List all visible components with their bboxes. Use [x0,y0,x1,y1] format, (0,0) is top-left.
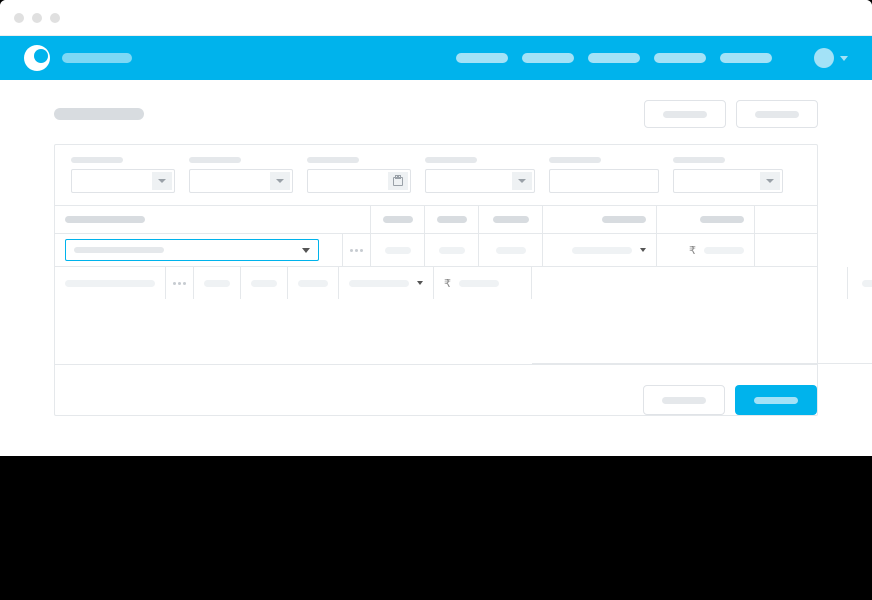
maximize-window-icon[interactable] [50,13,60,23]
minimize-window-icon[interactable] [32,13,42,23]
row-dropdown-d[interactable] [339,267,434,299]
page-content: ₹ ₹ [0,80,872,456]
filter-5-input[interactable] [549,169,659,193]
table-row: ₹ [532,267,872,364]
filter-3 [307,157,411,193]
filter-1-select[interactable] [71,169,175,193]
chevron-down-icon [640,248,646,252]
item-select[interactable] [65,239,319,261]
line-items-table: ₹ ₹ [55,206,817,415]
table-row: ₹ [55,234,817,267]
chevron-down-icon [766,179,774,183]
page-title [54,108,144,120]
nav-item-2[interactable] [522,53,574,63]
table-row: ₹ ₹ [55,267,817,365]
currency-symbol: ₹ [689,244,696,257]
chevron-down-icon [276,179,284,183]
more-horizontal-icon [173,282,186,285]
more-horizontal-icon [350,249,363,252]
nav-item-5[interactable] [720,53,772,63]
window-title-bar [0,0,872,36]
chevron-down-icon [302,248,310,253]
cancel-button[interactable] [643,385,725,415]
filters-row [55,145,817,206]
chevron-down-icon [518,179,526,183]
user-menu[interactable] [814,48,848,68]
form-card: ₹ ₹ [54,144,818,416]
filter-5 [549,157,659,193]
app-name [62,53,132,63]
filter-1 [71,157,175,193]
currency-symbol: ₹ [444,277,451,290]
calendar-icon [388,172,408,190]
chevron-down-icon [840,56,848,61]
chevron-down-icon [417,281,423,285]
nav-item-4[interactable] [654,53,706,63]
avatar [814,48,834,68]
filter-6 [673,157,783,193]
table-header [55,206,817,234]
filter-2-select[interactable] [189,169,293,193]
header-action-2[interactable] [736,100,818,128]
app-header [0,36,872,80]
app-logo-icon[interactable] [24,45,50,71]
chevron-down-icon [158,179,166,183]
filter-6-select[interactable] [673,169,783,193]
footer-actions [55,385,817,415]
browser-window: ₹ ₹ [0,0,872,456]
nav-item-3[interactable] [588,53,640,63]
row-more-button[interactable] [343,234,371,266]
row-more-button[interactable] [166,267,194,299]
filter-4 [425,157,535,193]
filter-3-date[interactable] [307,169,411,193]
submit-button[interactable] [735,385,817,415]
filter-4-select[interactable] [425,169,535,193]
nav-menu [456,53,772,63]
header-action-1[interactable] [644,100,726,128]
row-dropdown-d[interactable] [543,234,657,266]
nav-item-1[interactable] [456,53,508,63]
filter-2 [189,157,293,193]
close-window-icon[interactable] [14,13,24,23]
page-header [54,100,818,128]
